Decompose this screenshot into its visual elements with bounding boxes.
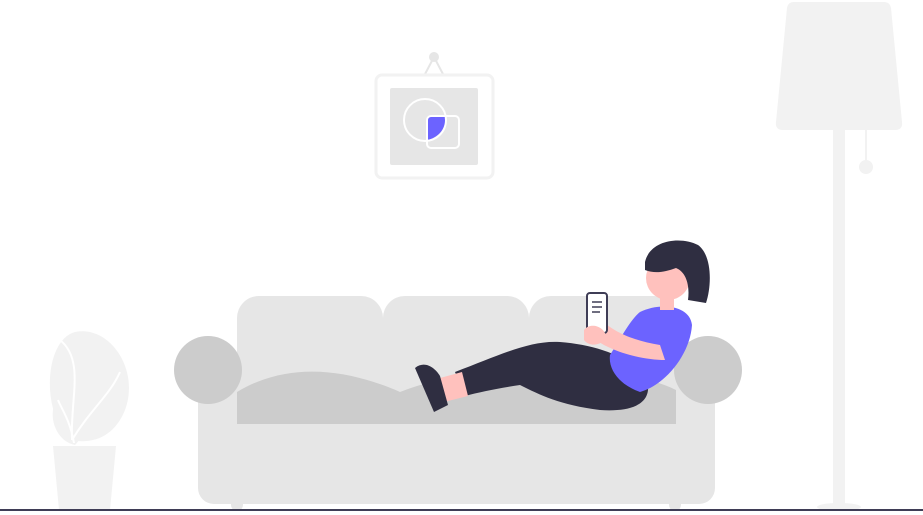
lamp-pole	[833, 128, 845, 506]
floor-line	[0, 509, 923, 511]
illustration-woman-on-sofa	[0, 2, 923, 511]
plant-pot	[53, 446, 116, 510]
sofa-armrest-left	[174, 336, 242, 404]
lamp-pull-knob	[859, 160, 873, 174]
potted-plant	[49, 331, 129, 510]
floor-lamp	[775, 2, 903, 511]
lamp-shade	[775, 2, 903, 130]
picture-hook	[429, 52, 439, 62]
wall-picture	[374, 52, 495, 180]
